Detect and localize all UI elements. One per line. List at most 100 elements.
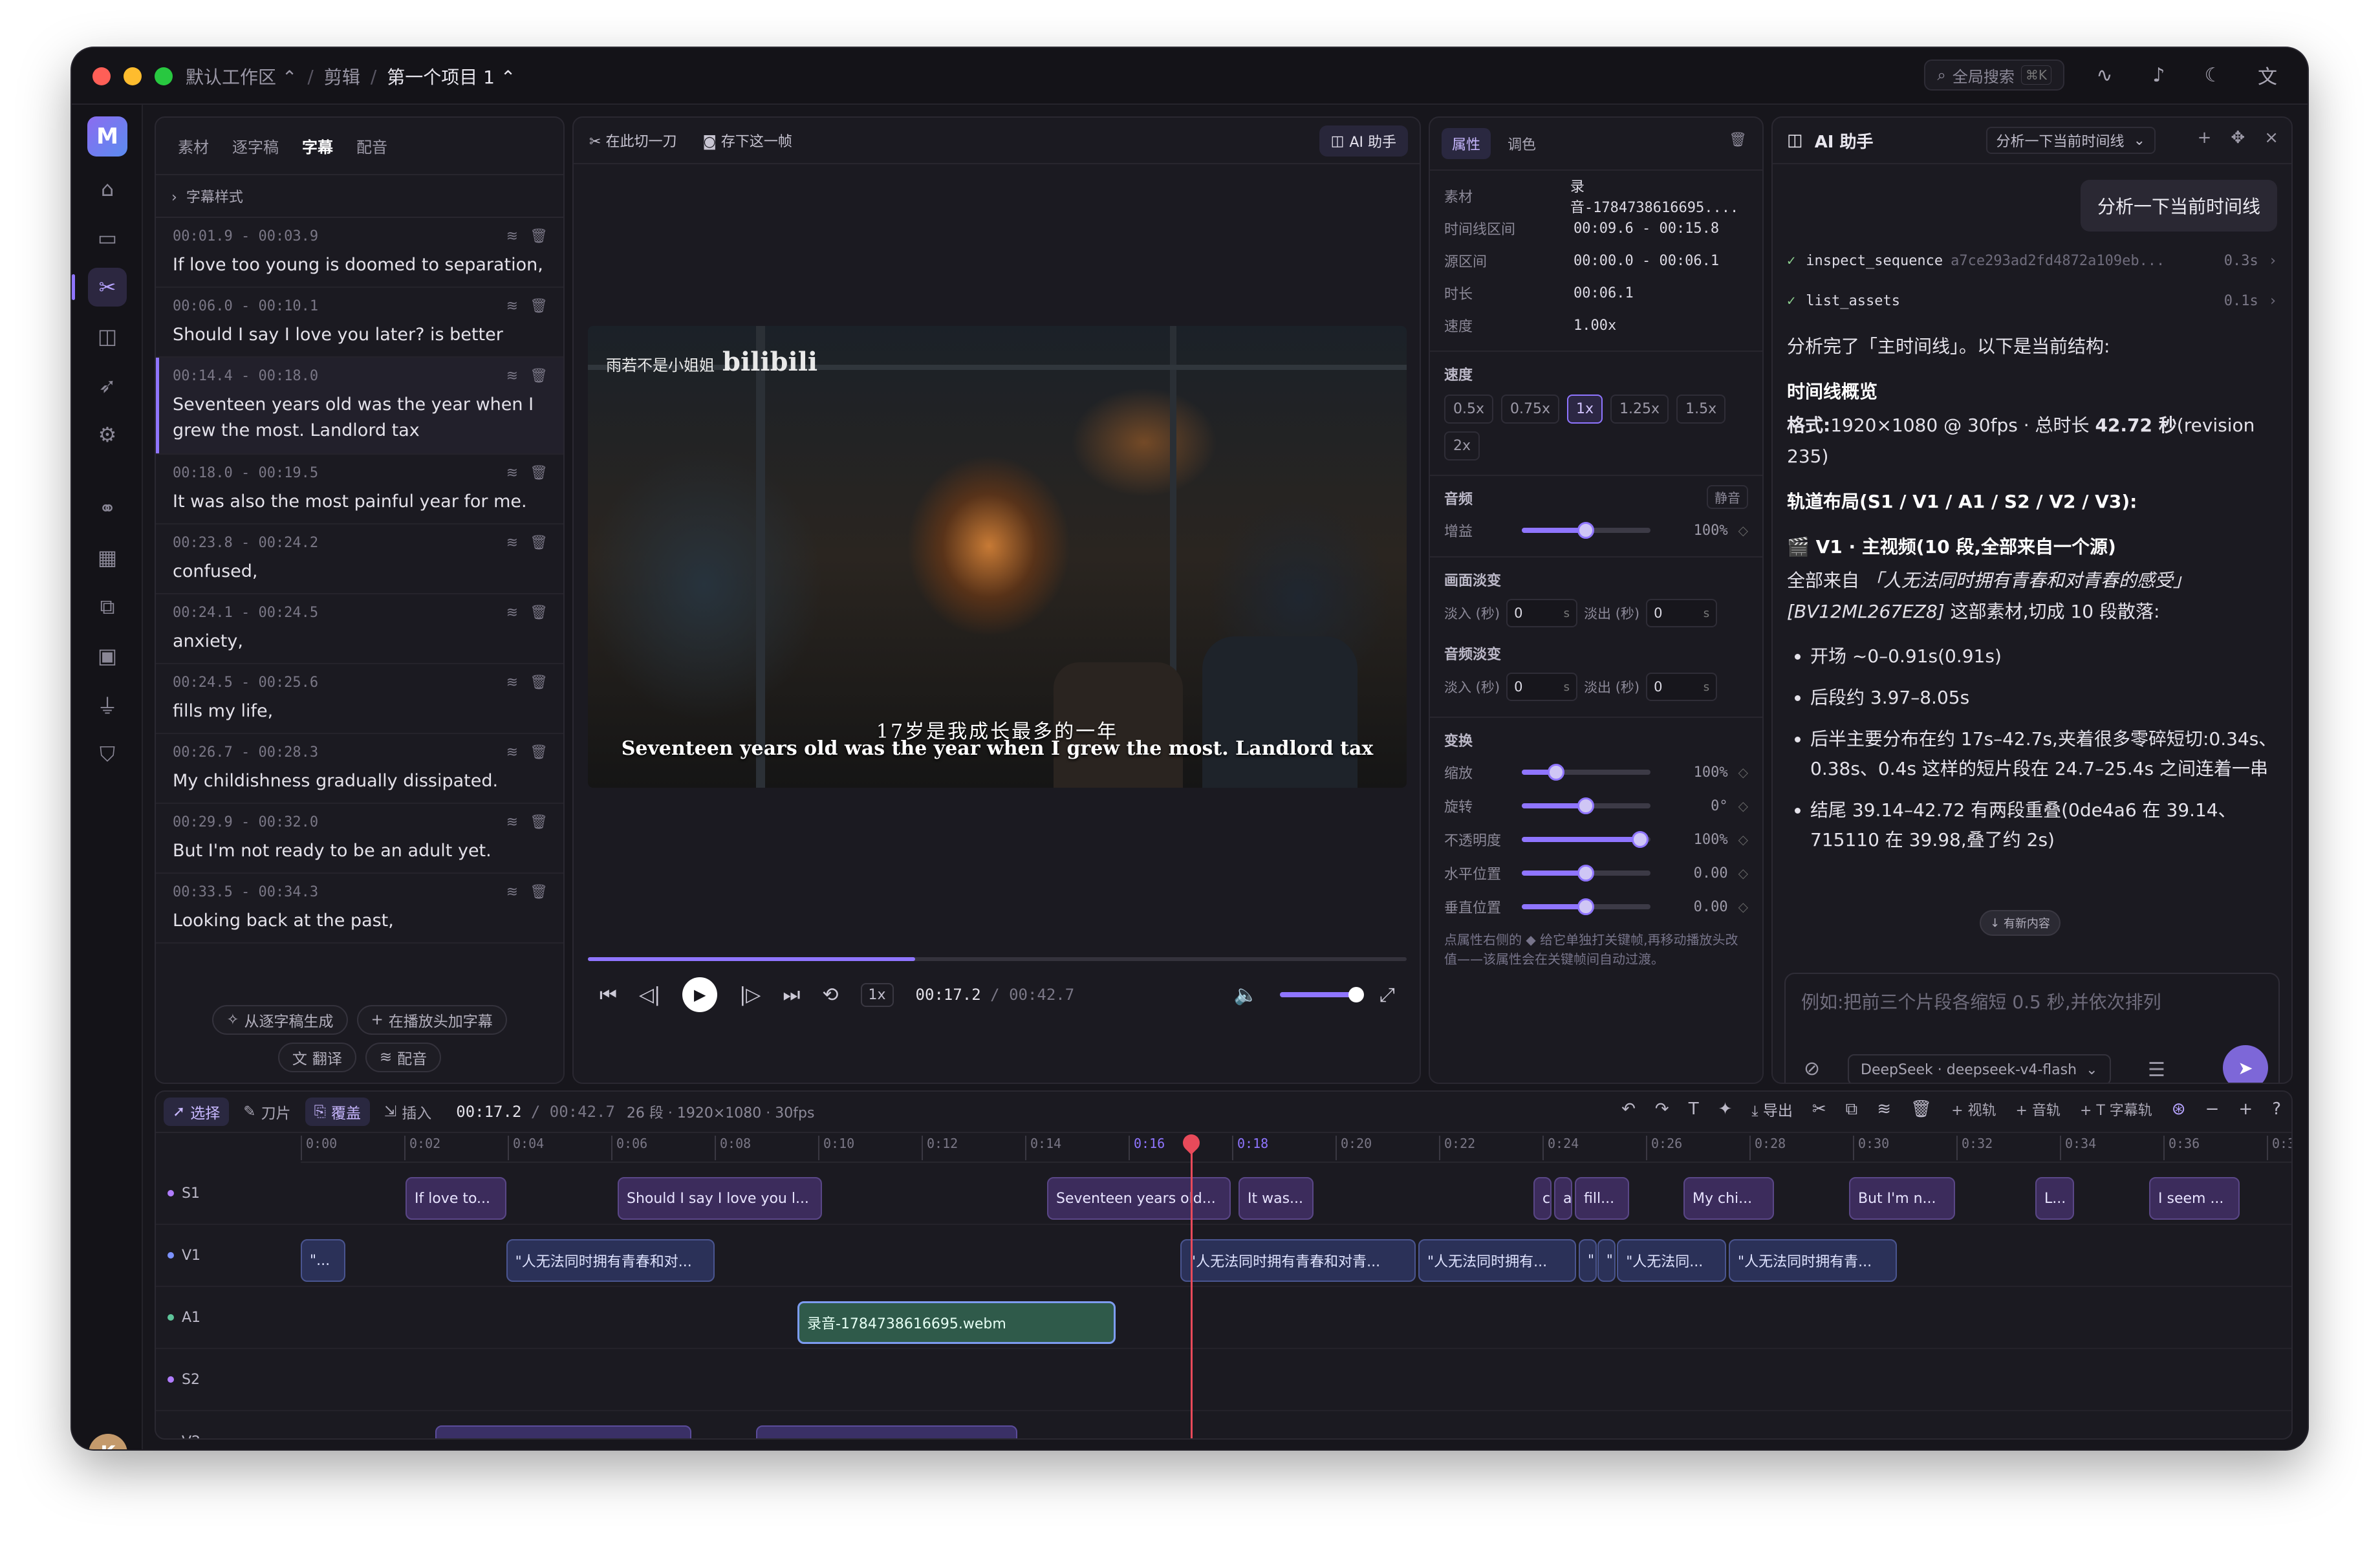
waveform-icon[interactable]: ≋: [506, 884, 518, 900]
speed-option[interactable]: 1.5x: [1676, 395, 1726, 424]
track-v2[interactable]: 女孩子变成男孩子 · qwen-image 请生成一个蓝调时分，在海边散步...: [301, 1411, 2291, 1438]
transform-slider[interactable]: [1521, 797, 1650, 814]
new-content-button[interactable]: ↓ 有新内容: [1980, 910, 2061, 936]
loop-icon[interactable]: ⟲: [822, 984, 838, 1006]
ai-input-box[interactable]: 例如:把前三个片段各缩短 0.5 秒,并依次排列 ⊘ DeepSeek · de…: [1784, 973, 2280, 1083]
volume-knob[interactable]: [1348, 987, 1364, 1002]
subtitle-item[interactable]: 00:14.4 - 00:18.0 Seventeen years old was…: [156, 358, 563, 455]
insert-tool[interactable]: ⇲ 插入: [375, 1098, 440, 1126]
avatar[interactable]: K: [89, 1434, 127, 1449]
waveform-icon[interactable]: ≋: [506, 298, 518, 314]
timeline-clip[interactable]: 请生成一个蓝调时分，在海边散步...: [756, 1425, 1017, 1438]
trash-icon[interactable]: 🗑: [530, 884, 548, 900]
tab-transcript[interactable]: 逐字稿: [223, 129, 288, 162]
gear-icon[interactable]: ⚙: [88, 415, 127, 454]
timeline-ruler[interactable]: 0:00 0:02 0:04 0:06 0:08 0:10 0:12 0:14 0:16 0:18…: [301, 1133, 2291, 1163]
trash-icon[interactable]: 🗑: [530, 465, 548, 481]
transform-knob[interactable]: [1577, 898, 1595, 915]
subtitle-item[interactable]: 00:23.8 - 00:24.2 confused, ≋ 🗑: [156, 525, 563, 594]
keyframe-diamond-icon[interactable]: ◇: [1738, 523, 1748, 538]
generate-from-transcript-button[interactable]: ✧ 从逐字稿生成: [212, 1005, 348, 1035]
timeline-clip[interactable]: c: [1533, 1177, 1552, 1220]
translate-icon[interactable]: 文: [2253, 61, 2282, 89]
tab-color[interactable]: 调色: [1497, 128, 1546, 159]
subtitle-item[interactable]: 00:29.9 - 00:32.0 But I'm not ready to be…: [156, 804, 563, 874]
section-name[interactable]: 剪辑: [324, 63, 360, 89]
subtitle-item[interactable]: 00:24.1 - 00:24.5 anxiety, ≋ 🗑: [156, 594, 563, 664]
trash-icon[interactable]: 🗑: [530, 675, 548, 691]
timeline-clip[interactable]: ": [1597, 1239, 1616, 1282]
redo-icon[interactable]: ↷: [1655, 1099, 1669, 1119]
waveform-icon[interactable]: ≋: [506, 605, 518, 621]
close-icon[interactable]: ×: [2264, 128, 2278, 147]
skip-start-icon[interactable]: ⏮: [600, 984, 617, 1006]
trash-icon[interactable]: 🗑: [530, 744, 548, 761]
session-selector[interactable]: 分析一下当前时间线 ⌄: [1985, 127, 2156, 154]
close-window-button[interactable]: [92, 67, 111, 85]
home-icon[interactable]: ⌂: [88, 169, 127, 208]
timeline-clip[interactable]: I seem ...: [2149, 1177, 2240, 1220]
track-s1[interactable]: If love to... Should I say I love you l..…: [301, 1163, 2291, 1225]
zoom-in-icon[interactable]: +: [2238, 1099, 2253, 1119]
timeline-clip[interactable]: "人无法同时拥有...: [1418, 1239, 1576, 1282]
save-frame-button[interactable]: ◙ 存下这一帧: [702, 130, 792, 151]
ripple-icon[interactable]: ≋: [1877, 1099, 1891, 1119]
audio-fade-out-input[interactable]: 0s: [1646, 673, 1718, 701]
keyframe-diamond-icon[interactable]: ◇: [1738, 764, 1748, 780]
workspace-selector[interactable]: 默认工作区 ⌃: [186, 63, 297, 89]
help-icon[interactable]: ?: [2272, 1099, 2281, 1119]
playback-progress[interactable]: [588, 957, 1407, 961]
ai-assistant-button[interactable]: ◫ AI 助手: [1319, 125, 1408, 157]
gain-knob[interactable]: [1577, 522, 1595, 539]
gain-slider[interactable]: [1521, 522, 1650, 539]
timeline-clip[interactable]: Seventeen years old...: [1047, 1177, 1231, 1220]
subtitle-item[interactable]: 00:26.7 - 00:28.3 My childishness gradual…: [156, 734, 563, 804]
subtitle-item[interactable]: 00:24.5 - 00:25.6 fills my life, ≋ 🗑: [156, 664, 563, 734]
copy-icon[interactable]: ⧉: [1846, 1099, 1858, 1120]
step-back-icon[interactable]: ◁|: [639, 984, 660, 1006]
magic-icon[interactable]: ✦: [1718, 1099, 1733, 1119]
trash-icon[interactable]: 🗑: [530, 814, 548, 830]
model-selector[interactable]: DeepSeek · deepseek-v4-flash ⌄: [1848, 1054, 2111, 1083]
keyframe-diamond-icon[interactable]: ◇: [1738, 798, 1748, 814]
audio-fade-in-input[interactable]: 0s: [1506, 673, 1578, 701]
add-video-track-button[interactable]: + 视轨: [1951, 1099, 1996, 1120]
global-search-button[interactable]: ⌕ 全局搜索 ⌘K: [1924, 60, 2064, 91]
waveform-icon[interactable]: ≋: [506, 465, 518, 481]
add-audio-track-button[interactable]: + 音轨: [2016, 1099, 2061, 1120]
track-v1[interactable]: "... "人无法同时拥有青春和对... "人无法同时拥有青春和对青... "人无法同…: [301, 1225, 2291, 1287]
folder-icon[interactable]: ▭: [88, 219, 127, 257]
subtitle-item[interactable]: 00:18.0 - 00:19.5 It was also the most pa…: [156, 455, 563, 525]
trash-icon[interactable]: 🗑: [530, 605, 548, 621]
dub-button[interactable]: ≋ 配音: [365, 1043, 442, 1072]
playhead[interactable]: [1191, 1137, 1193, 1438]
export-button[interactable]: ⤓ 导出: [1751, 1098, 1792, 1120]
move-icon[interactable]: ✥: [2231, 128, 2245, 147]
moon-icon[interactable]: ☾: [2199, 61, 2227, 89]
playback-rate[interactable]: 1x: [860, 982, 894, 1007]
transform-slider[interactable]: [1521, 898, 1650, 915]
tool-call-list-assets[interactable]: ✓ list_assets 0.1s ›: [1787, 285, 2277, 317]
trash-icon[interactable]: 🗑: [530, 535, 548, 551]
speed-option[interactable]: 0.5x: [1444, 395, 1494, 424]
overwrite-tool[interactable]: ⎘ 覆盖: [305, 1098, 370, 1126]
rocket-icon[interactable]: ➶: [88, 366, 127, 405]
timeline-clip[interactable]: 女孩子变成男孩子 · qwen-image: [435, 1425, 691, 1438]
send-button[interactable]: ➤: [2223, 1045, 2268, 1083]
waveform-icon[interactable]: ≋: [506, 675, 518, 691]
track-label-v1[interactable]: V1: [156, 1225, 301, 1287]
link-icon[interactable]: ⚭: [88, 489, 127, 528]
speed-option[interactable]: 1x: [1567, 395, 1603, 424]
tab-properties[interactable]: 属性: [1442, 128, 1491, 159]
add-subtitle-at-playhead-button[interactable]: + 在播放头加字幕: [356, 1005, 507, 1035]
tab-dubbing[interactable]: 配音: [347, 129, 396, 162]
mute-button[interactable]: 静音: [1707, 485, 1748, 509]
timeline-clip[interactable]: My chi...: [1683, 1177, 1774, 1220]
video-preview[interactable]: 雨若不是小姐姐 bilibili 17岁是我成长最多的一年 Seventeen y…: [588, 326, 1407, 788]
subtitle-style-toggle[interactable]: › 字幕样式: [156, 175, 563, 218]
volume-icon[interactable]: 🔈: [1234, 984, 1258, 1006]
timeline-clip[interactable]: "人无法同...: [1617, 1239, 1726, 1282]
cut-here-button[interactable]: ✂ 在此切一刀: [589, 130, 676, 151]
keyframe-diamond-icon[interactable]: ◇: [1738, 832, 1748, 847]
activity-icon[interactable]: ∿: [2090, 61, 2119, 89]
